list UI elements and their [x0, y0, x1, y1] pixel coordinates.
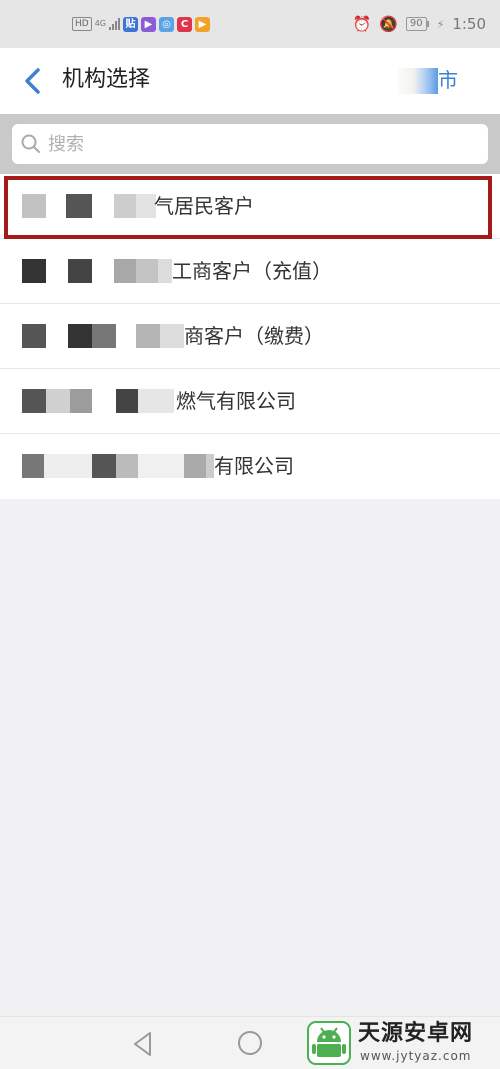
city-name-redacted: [398, 68, 438, 94]
search-box[interactable]: [12, 124, 488, 164]
status-right: ⏰ 🔕 90 ⚡ 1:50: [352, 15, 486, 33]
watermark-title: 天源安卓网: [358, 1021, 474, 1046]
app-icon-5: ▶: [195, 16, 210, 32]
page-title: 机构选择: [62, 67, 151, 92]
battery-icon: 90: [405, 17, 429, 31]
android-logo-icon: [307, 1021, 351, 1065]
network-label: 4G: [94, 19, 106, 28]
org-item-label: 有限公司: [214, 454, 294, 478]
org-item-gas-company[interactable]: 燃气有限公司: [0, 369, 500, 434]
app-icon-4: C: [177, 16, 192, 32]
back-arrow-icon[interactable]: [20, 66, 46, 96]
org-item-label: 燃气有限公司: [176, 389, 296, 413]
search-input[interactable]: [48, 133, 448, 155]
org-item-limited-company[interactable]: 有限公司: [0, 434, 500, 499]
search-bar: [0, 114, 500, 174]
site-watermark: 天源安卓网 www.jytyaz.com: [306, 1018, 496, 1068]
organization-list: 气居民客户 工商客户（充值） 商客户（缴费） 燃气有限公司 有限公司: [0, 174, 500, 499]
watermark-url: www.jytyaz.com: [360, 1049, 472, 1063]
org-item-label: 工商客户（充值）: [172, 259, 332, 283]
nav-back-icon[interactable]: [130, 1029, 156, 1059]
search-icon: [21, 134, 40, 153]
signal-icon: [109, 18, 120, 30]
org-item-commercial-recharge[interactable]: 工商客户（充值）: [0, 239, 500, 304]
status-left: HD 4G 贴 ▶ ◎ C ▶: [72, 16, 210, 32]
app-header: 机构选择 市: [0, 48, 500, 114]
battery-level: 90: [405, 17, 427, 31]
hd-badge: HD: [72, 17, 92, 31]
org-item-commercial-payment[interactable]: 商客户（缴费）: [0, 304, 500, 369]
org-item-label: 商客户（缴费）: [184, 324, 324, 348]
nav-home-icon[interactable]: [238, 1031, 262, 1055]
city-selector[interactable]: 市: [438, 65, 458, 95]
status-time: 1:50: [452, 15, 486, 33]
status-bar: HD 4G 贴 ▶ ◎ C ▶ ⏰ 🔕 90 ⚡ 1:50: [0, 0, 500, 48]
org-item-residential[interactable]: 气居民客户: [0, 174, 500, 239]
app-icon-1: 贴: [123, 16, 138, 32]
app-icon-3: ◎: [159, 16, 174, 32]
bell-off-icon: 🔕: [379, 15, 398, 33]
app-icon-2: ▶: [141, 16, 156, 32]
charging-icon: ⚡: [436, 17, 445, 31]
org-item-label: 气居民客户: [154, 194, 254, 218]
alarm-icon: ⏰: [352, 15, 372, 33]
